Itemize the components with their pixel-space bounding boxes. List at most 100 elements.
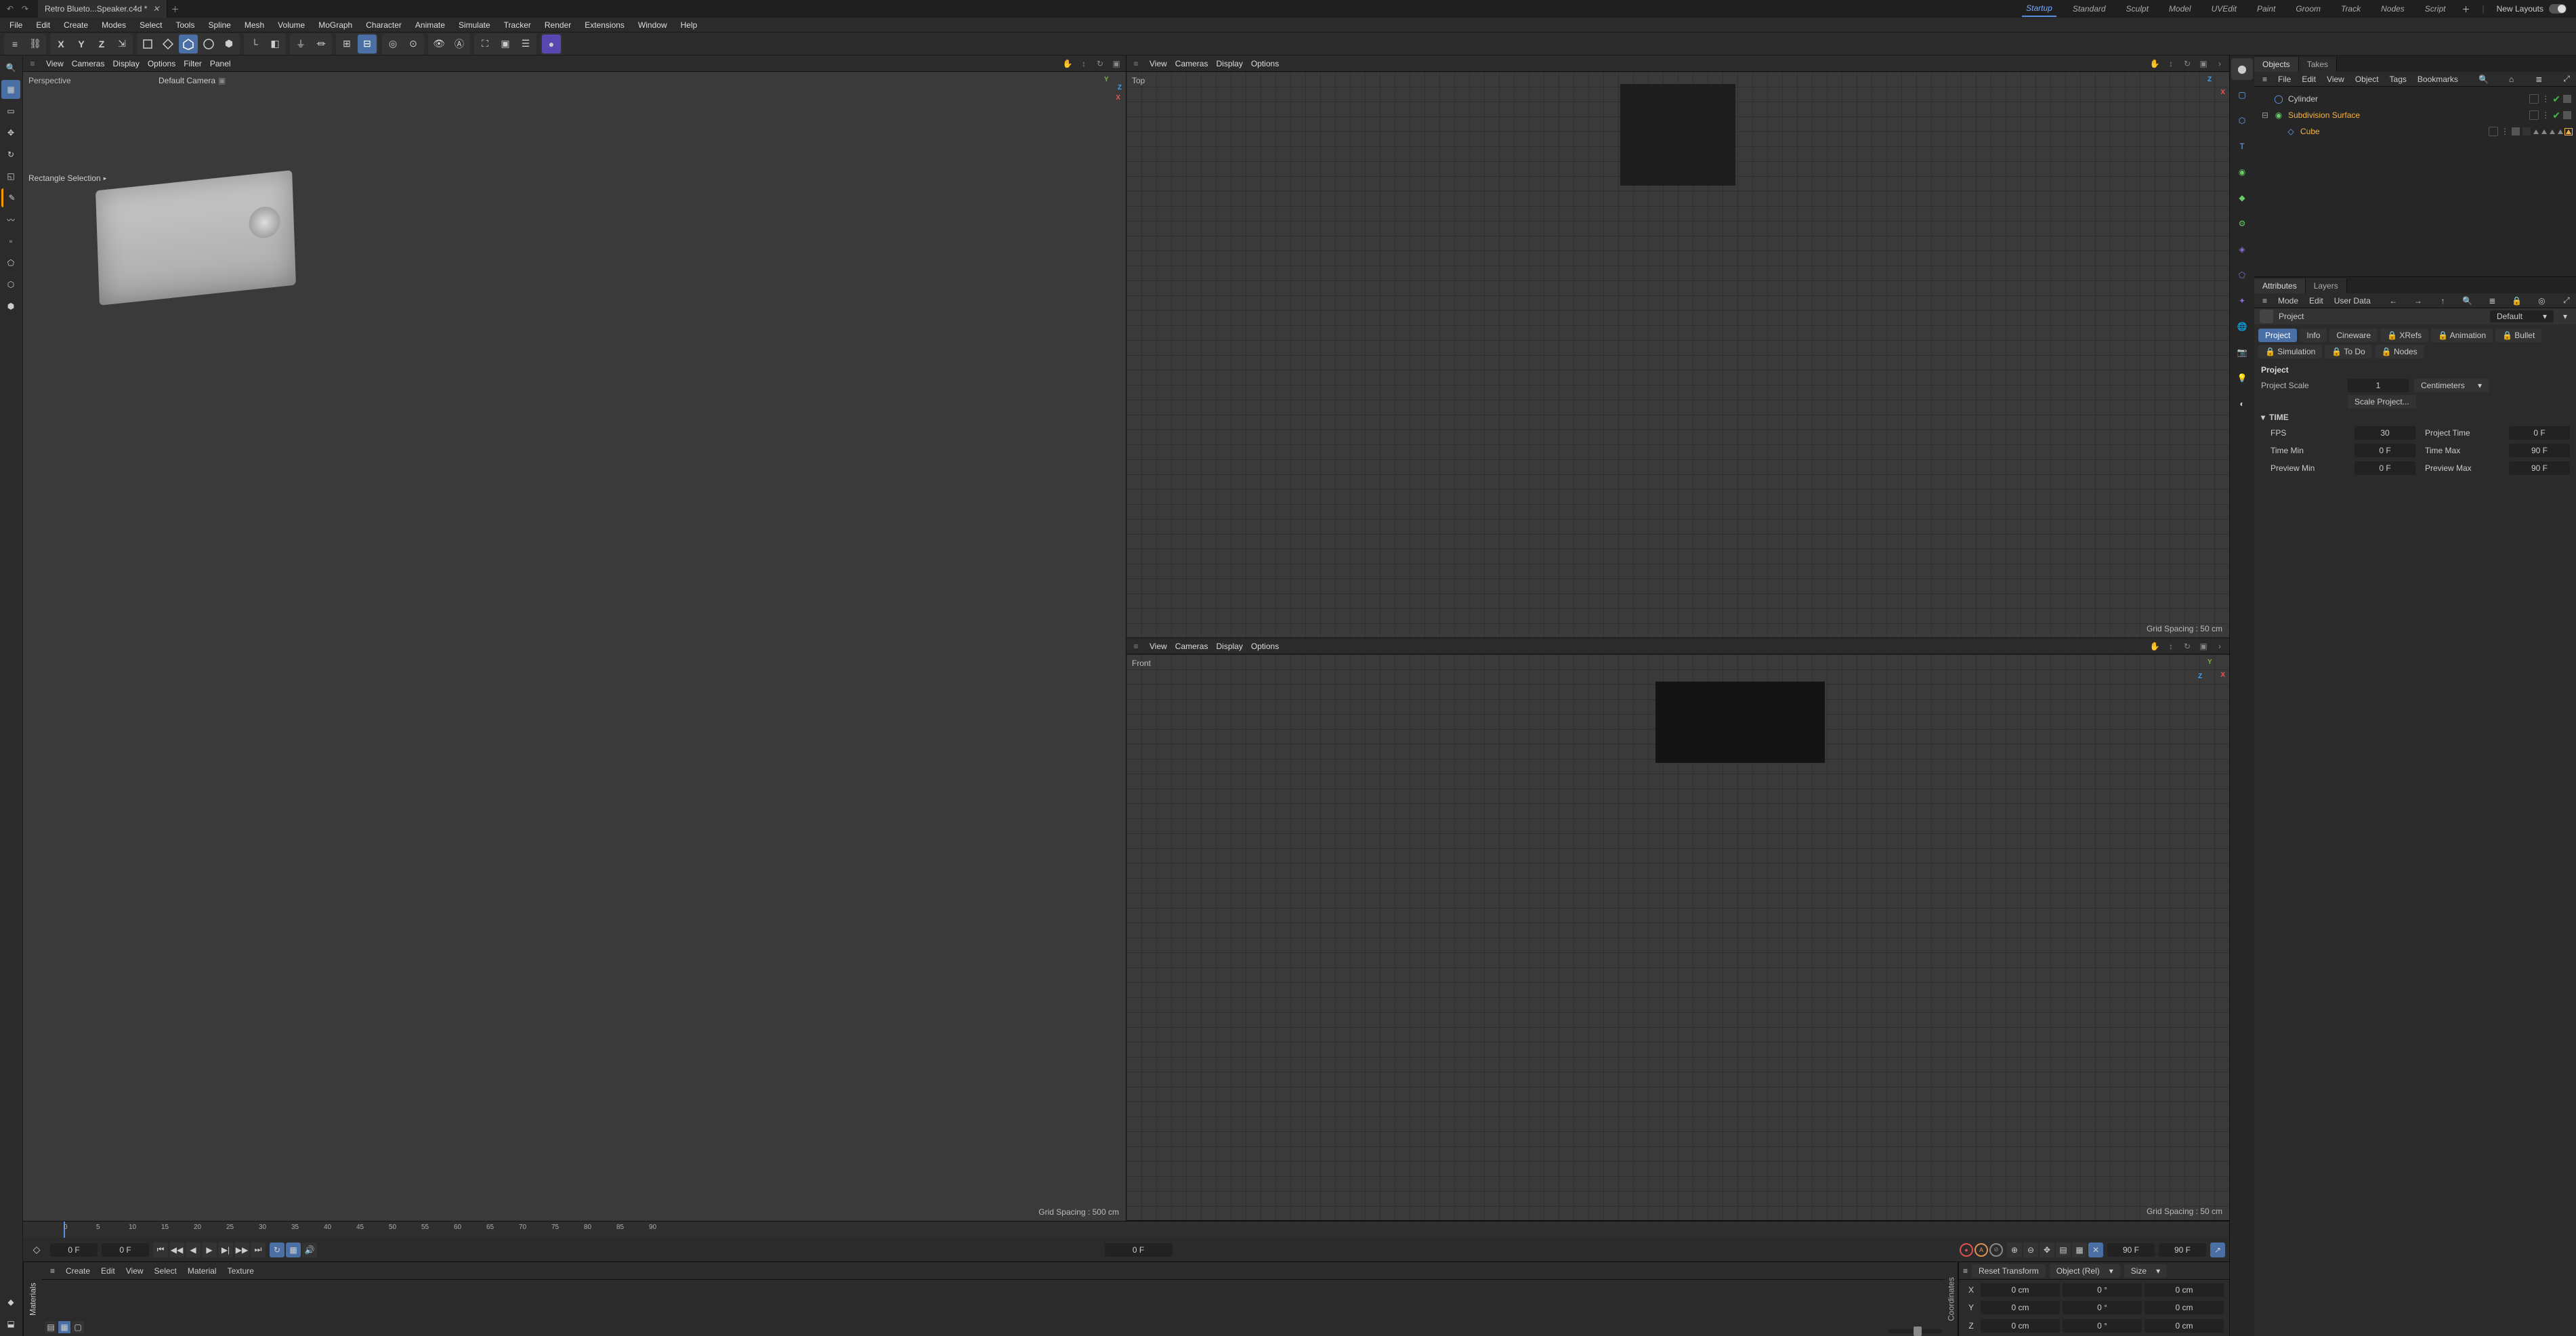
tab-takes[interactable]: Takes xyxy=(2299,57,2337,72)
dolly-icon[interactable]: ↕ xyxy=(2164,640,2178,653)
filter-icon[interactable]: ≣ xyxy=(2533,73,2545,85)
objects-menu-edit[interactable]: Edit xyxy=(2298,73,2320,85)
materials-menu-create[interactable]: Create xyxy=(62,1265,94,1277)
axis-z-button[interactable]: Z xyxy=(92,35,111,54)
menu-select[interactable]: Select xyxy=(134,19,167,31)
preset-menu-icon[interactable]: ▾ xyxy=(2559,312,2571,321)
up-icon[interactable]: ↑ xyxy=(2436,295,2449,307)
object-tree[interactable]: ◯Cylinder⋮✔⊟◉Subdivision Surface⋮✔◇Cube⋮ xyxy=(2254,87,2576,276)
end-frame-b[interactable]: 90 F xyxy=(2159,1243,2206,1257)
text-tab-icon[interactable]: T xyxy=(2231,135,2253,157)
pan-icon[interactable]: ✋ xyxy=(2148,57,2161,70)
time-section-toggle[interactable]: ▾TIME xyxy=(2261,413,2570,422)
tag-icon[interactable] xyxy=(2566,129,2571,134)
back-icon[interactable]: ← xyxy=(2387,295,2399,307)
layout-standard[interactable]: Standard xyxy=(2069,1,2110,16)
scene-tab-icon[interactable]: ⬠ xyxy=(2231,264,2253,286)
play-button[interactable]: ▶ xyxy=(202,1243,217,1257)
time-min-value[interactable]: 0 F xyxy=(2355,444,2415,457)
materials-tab[interactable]: Materials xyxy=(23,1262,42,1336)
key-pos-button[interactable]: ⊕ xyxy=(2007,1243,2022,1257)
viewport-menu-view[interactable]: View xyxy=(1145,640,1171,652)
world-tab-icon[interactable]: 🌐 xyxy=(2231,316,2253,337)
flag-icon[interactable] xyxy=(2522,127,2531,135)
start-frame-b[interactable]: 0 F xyxy=(102,1243,149,1257)
menu-extensions[interactable]: Extensions xyxy=(579,19,630,31)
menu-simulate[interactable]: Simulate xyxy=(453,19,496,31)
material-tab-icon[interactable]: ◐ xyxy=(2231,393,2253,415)
key-rot-button[interactable]: ⊖ xyxy=(2023,1243,2038,1257)
render-region-icon[interactable]: ⛶ xyxy=(476,35,494,54)
viewport-menu-icon[interactable]: ≡ xyxy=(1129,640,1143,653)
tab-layers[interactable]: Layers xyxy=(2306,278,2347,293)
mograph-tab-icon[interactable]: ✦ xyxy=(2231,290,2253,312)
flag-icon[interactable] xyxy=(2563,95,2571,103)
target-icon[interactable]: ◎ xyxy=(383,35,402,54)
mat-view-grid-icon[interactable]: ▦ xyxy=(58,1321,70,1333)
align-icon[interactable]: └ xyxy=(245,35,264,54)
layout-nodes[interactable]: Nodes xyxy=(2377,1,2409,16)
search-icon[interactable]: 🔍 xyxy=(2462,295,2474,307)
magnet-icon[interactable]: ⏚ xyxy=(291,35,310,54)
tab-objects[interactable]: Objects xyxy=(2254,57,2299,72)
materials-menu-select[interactable]: Select xyxy=(150,1265,181,1277)
bevel-icon[interactable]: ◆ xyxy=(1,1293,20,1312)
rotate-mode-icon[interactable]: ↻ xyxy=(1,145,20,164)
objects-menu-view[interactable]: View xyxy=(2323,73,2348,85)
sound-button[interactable]: 🔊 xyxy=(302,1243,317,1257)
next-frame-button[interactable]: ▶| xyxy=(218,1243,233,1257)
objects-menu-object[interactable]: Object xyxy=(2351,73,2383,85)
coord-pos-y[interactable]: 0 cm xyxy=(1981,1301,2060,1314)
object-row[interactable]: ◇Cube⋮ xyxy=(2257,123,2574,140)
lock-icon[interactable]: 🔒 xyxy=(2511,295,2523,307)
objects-menu-tags[interactable]: Tags xyxy=(2386,73,2411,85)
capsule-icon[interactable]: ● xyxy=(542,35,561,54)
panel-menu-icon[interactable]: ≡ xyxy=(1963,1266,1968,1276)
attr-tab-to-do[interactable]: 🔒 To Do xyxy=(2325,345,2371,358)
magnet-settings-icon[interactable]: ⏛ xyxy=(312,35,331,54)
history-icon[interactable]: ≡ xyxy=(5,35,24,54)
range-button[interactable]: ▦ xyxy=(286,1243,301,1257)
viewport-menu-cameras[interactable]: Cameras xyxy=(1171,58,1212,70)
materials-menu-texture[interactable]: Texture xyxy=(224,1265,258,1277)
viewport-menu-filter[interactable]: Filter xyxy=(180,58,206,70)
expand-icon[interactable]: ⤢ xyxy=(2560,73,2573,85)
perspective-canvas[interactable]: Perspective Default Camera ▣ Rectangle S… xyxy=(23,72,1126,1221)
view-icon[interactable]: 👁 xyxy=(429,35,448,54)
add-tab-button[interactable]: ＋ xyxy=(167,3,184,15)
menu-mesh[interactable]: Mesh xyxy=(239,19,270,31)
end-frame-a[interactable]: 90 F xyxy=(2107,1243,2155,1257)
reset-transform-button[interactable]: Reset Transform xyxy=(1972,1264,2046,1278)
dots-icon[interactable]: ⋮ xyxy=(2541,94,2550,104)
menu-volume[interactable]: Volume xyxy=(272,19,310,31)
next-icon[interactable]: › xyxy=(2213,640,2226,653)
coord-rot-y[interactable]: 0 ° xyxy=(2063,1301,2142,1314)
coord-scale-x[interactable]: 0 cm xyxy=(2145,1283,2224,1297)
layer-toggle[interactable] xyxy=(2489,127,2498,136)
materials-menu-view[interactable]: View xyxy=(122,1265,148,1277)
loop-button[interactable]: ↻ xyxy=(270,1243,284,1257)
sphere-tab-icon[interactable]: ⬤ xyxy=(2231,58,2253,80)
object-row[interactable]: ⊟◉Subdivision Surface⋮✔ xyxy=(2257,107,2574,123)
enabled-icon[interactable]: ✔ xyxy=(2552,93,2560,105)
coord-pos-x[interactable]: 0 cm xyxy=(1981,1283,2060,1297)
render-view-icon[interactable]: ▣ xyxy=(496,35,515,54)
light-tab-icon[interactable]: 💡 xyxy=(2231,367,2253,389)
coord-rot-z[interactable]: 0 ° xyxy=(2063,1319,2142,1333)
expand-icon[interactable]: ⤢ xyxy=(2560,295,2573,307)
front-canvas[interactable]: Front Y Z X Grid Spacing : 50 cm xyxy=(1126,654,2229,1220)
tag-icon[interactable] xyxy=(2558,129,2563,134)
timeline-ruler[interactable]: 051015202530354045505560657075808590 xyxy=(23,1222,2229,1238)
tag-icon[interactable] xyxy=(2533,129,2539,134)
dolly-icon[interactable]: ↕ xyxy=(2164,57,2178,70)
orbit-icon[interactable]: ↻ xyxy=(2180,640,2194,653)
extrude-icon[interactable]: ⬓ xyxy=(1,1314,20,1333)
layout-script[interactable]: Script xyxy=(2421,1,2450,16)
viewport-menu-options[interactable]: Options xyxy=(1247,58,1283,70)
dolly-icon[interactable]: ↕ xyxy=(1077,57,1091,70)
viewport-menu-icon[interactable]: ≡ xyxy=(26,57,39,70)
maximize-icon[interactable]: ▣ xyxy=(1110,57,1123,70)
layer-toggle[interactable] xyxy=(2529,94,2539,104)
home-icon[interactable]: ⌂ xyxy=(2505,73,2517,85)
top-canvas[interactable]: Top Z X Grid Spacing : 50 cm xyxy=(1126,72,2229,638)
